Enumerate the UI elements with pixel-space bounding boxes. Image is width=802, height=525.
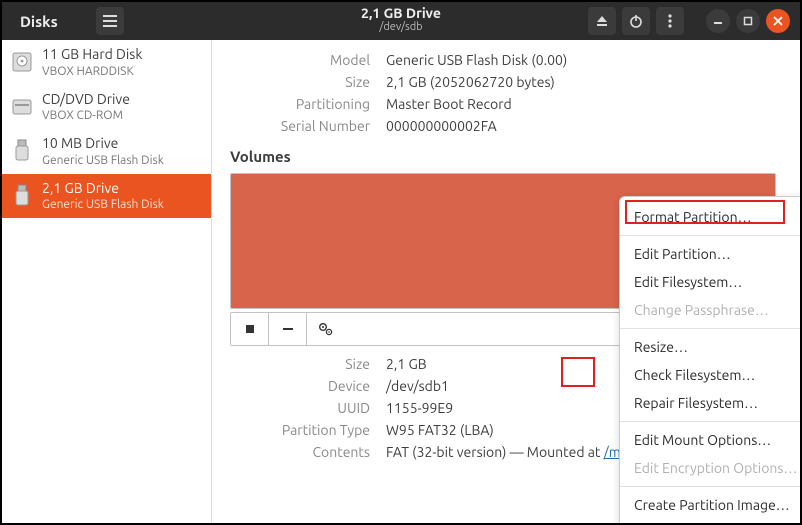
hdd-icon (10, 48, 34, 76)
drive-title: 2,1 GB Drive (361, 5, 441, 21)
minus-icon (281, 323, 295, 335)
info-label-serial: Serial Number (230, 118, 370, 134)
info-value-model: Generic USB Flash Disk (0.00) (386, 52, 776, 68)
titlebar-center: 2,1 GB Drive /dev/sdb (361, 5, 441, 33)
sidebar-item-cd[interactable]: CD/DVD Drive VBOX CD-ROM (2, 85, 211, 130)
sidebar-item-sub: Generic USB Flash Disk (42, 153, 164, 168)
sidebar-item-title: 11 GB Hard Disk (42, 46, 142, 64)
eject-button[interactable] (588, 7, 616, 35)
sidebar-item-sub: Generic USB Flash Disk (42, 197, 164, 212)
menu-restore-partition-image[interactable]: Restore Partition Image… (620, 519, 800, 523)
detail-label-uuid: UUID (230, 400, 370, 416)
sidebar-item-title: 10 MB Drive (42, 135, 164, 153)
volume-toolbar-buttons (231, 313, 345, 345)
stop-icon (244, 323, 256, 335)
delete-partition-button[interactable] (269, 313, 307, 345)
info-value-partitioning: Master Boot Record (386, 96, 776, 112)
titlebar-left: Disks (2, 7, 124, 35)
app-window: Disks 2,1 GB Drive /dev/sdb (0, 0, 802, 525)
menu-check-filesystem[interactable]: Check Filesystem… (620, 361, 800, 389)
sidebar-item-hdd[interactable]: 11 GB Hard Disk VBOX HARDDISK (2, 40, 211, 85)
eject-icon (596, 15, 608, 27)
close-button[interactable] (766, 9, 790, 33)
drive-info: Model Generic USB Flash Disk (0.00) Size… (230, 52, 776, 134)
drive-path: /dev/sdb (361, 21, 441, 33)
menu-format-partition[interactable]: Format Partition… (620, 203, 800, 231)
app-title: Disks (20, 13, 58, 30)
menu-edit-partition[interactable]: Edit Partition… (620, 240, 800, 268)
sidebar-item-usb-small[interactable]: 10 MB Drive Generic USB Flash Disk (2, 129, 211, 174)
app-menu-button[interactable] (96, 7, 124, 35)
info-value-size: 2,1 GB (2052062720 bytes) (386, 74, 776, 90)
gears-icon (318, 321, 334, 337)
contents-prefix: FAT (32-bit version) — Mounted at (386, 444, 604, 460)
info-label-partitioning: Partitioning (230, 96, 370, 112)
detail-label-ptype: Partition Type (230, 422, 370, 438)
usb-icon (10, 137, 34, 165)
sidebar-item-title: CD/DVD Drive (42, 91, 130, 109)
volumes-heading: Volumes (230, 148, 776, 165)
close-icon (773, 16, 783, 26)
titlebar-right (588, 7, 800, 35)
titlebar: Disks 2,1 GB Drive /dev/sdb (2, 2, 800, 40)
usb-icon (10, 182, 34, 210)
cd-icon (10, 93, 34, 121)
sidebar-item-title: 2,1 GB Drive (42, 180, 164, 198)
menu-separator (620, 328, 800, 329)
power-button[interactable] (622, 7, 650, 35)
kebab-icon (668, 14, 672, 28)
drive-menu-button[interactable] (656, 7, 684, 35)
menu-edit-filesystem[interactable]: Edit Filesystem… (620, 268, 800, 296)
content: 11 GB Hard Disk VBOX HARDDISK CD/DVD Dri… (2, 40, 800, 523)
main-pane: Model Generic USB Flash Disk (0.00) Size… (212, 40, 800, 523)
detail-label-device: Device (230, 378, 370, 394)
menu-edit-encryption-options: Edit Encryption Options… (620, 454, 800, 482)
maximize-button[interactable] (736, 9, 760, 33)
maximize-icon (743, 16, 753, 26)
detail-label-contents: Contents (230, 444, 370, 460)
sidebar: 11 GB Hard Disk VBOX HARDDISK CD/DVD Dri… (2, 40, 212, 523)
sidebar-item-sub: VBOX CD-ROM (42, 108, 130, 123)
menu-resize[interactable]: Resize… (620, 333, 800, 361)
info-value-serial: 000000000002FA (386, 118, 776, 134)
info-label-model: Model (230, 52, 370, 68)
power-icon (629, 14, 643, 28)
volume-settings-menu: Format Partition… Edit Partition… Edit F… (619, 196, 800, 523)
minimize-button[interactable] (706, 9, 730, 33)
menu-separator (620, 421, 800, 422)
menu-separator (620, 486, 800, 487)
menu-edit-mount-options[interactable]: Edit Mount Options… (620, 426, 800, 454)
menu-repair-filesystem[interactable]: Repair Filesystem… (620, 389, 800, 417)
unmount-button[interactable] (231, 313, 269, 345)
sidebar-item-sub: VBOX HARDDISK (42, 64, 142, 79)
volume-settings-button[interactable] (307, 313, 345, 345)
info-label-size: Size (230, 74, 370, 90)
sidebar-item-usb-selected[interactable]: 2,1 GB Drive Generic USB Flash Disk (2, 174, 211, 219)
detail-label-size: Size (230, 356, 370, 372)
menu-create-partition-image[interactable]: Create Partition Image… (620, 491, 800, 519)
minimize-icon (713, 16, 723, 26)
menu-separator (620, 235, 800, 236)
menu-change-passphrase: Change Passphrase… (620, 296, 800, 324)
hamburger-icon (103, 15, 117, 27)
